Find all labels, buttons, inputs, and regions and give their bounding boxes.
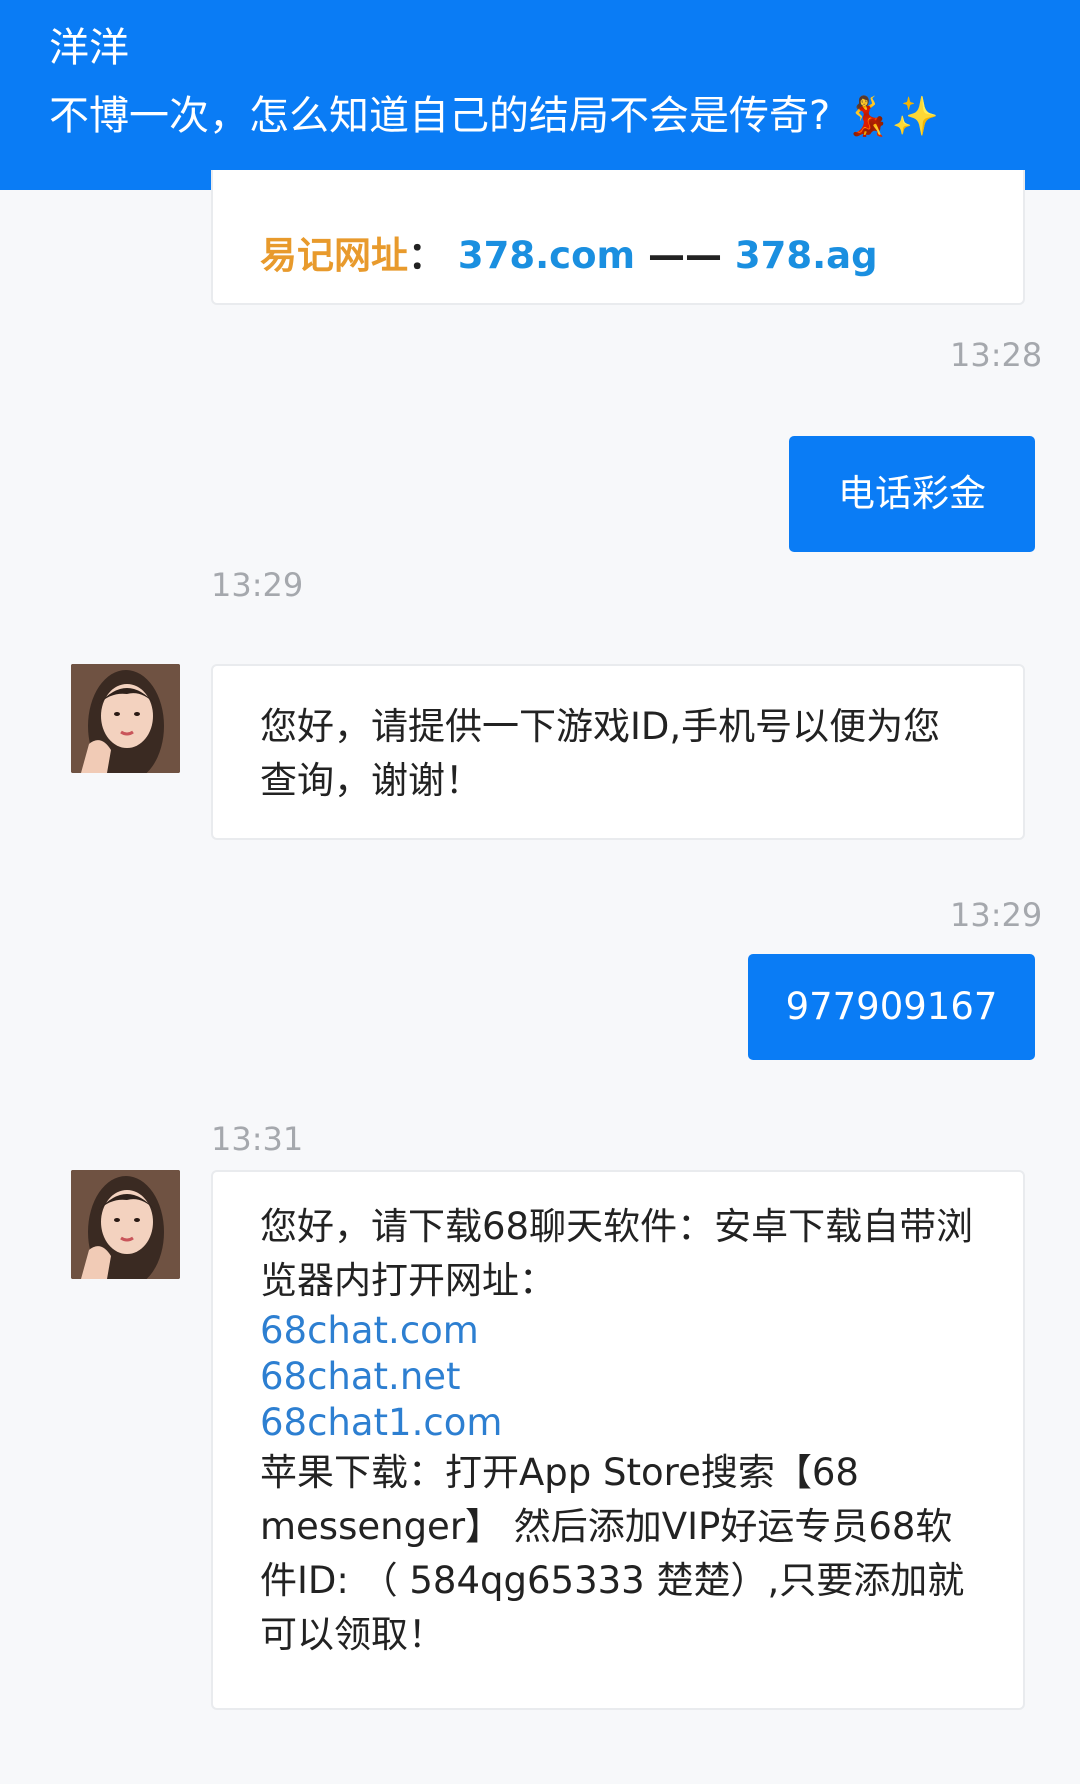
avatar-icon: [71, 664, 180, 773]
link-68chat-com[interactable]: 68chat.com: [260, 1308, 977, 1354]
url-link-2[interactable]: 378.ag: [735, 234, 878, 277]
message-time: 13:29: [211, 566, 304, 604]
agent-avatar[interactable]: [71, 1170, 180, 1279]
url-label: 易记网址: [260, 234, 408, 277]
link-68chat1-com[interactable]: 68chat1.com: [260, 1400, 977, 1446]
avatar-icon: [71, 1170, 180, 1279]
link-68chat-net[interactable]: 68chat.net: [260, 1354, 977, 1400]
message-list[interactable]: 易记网址： 378.com —— 378.ag 13:28 电话彩金 13:29…: [0, 170, 1080, 1784]
url-separator: ——: [647, 234, 722, 277]
chat-header: 洋洋 不博一次，怎么知道自己的结局不会是传奇? 💃✨: [0, 0, 1080, 190]
message-bubble-outgoing: 977909167: [748, 954, 1035, 1060]
dancer-sparkles-emoji-icon: 💃✨: [844, 94, 939, 138]
message-bubble-incoming: 您好，请提供一下游戏ID,手机号以便为您查询，谢谢！: [211, 664, 1025, 840]
message-time: 13:31: [211, 1120, 304, 1158]
message-bubble-incoming: 您好，请下载68聊天软件：安卓下载自带浏览器内打开网址： 68chat.com …: [211, 1170, 1025, 1710]
message-bubble-urls: 易记网址： 378.com —— 378.ag: [211, 170, 1025, 305]
url-line: 易记网址： 378.com —— 378.ag: [260, 234, 878, 277]
message-intro: 您好，请下载68聊天软件：安卓下载自带浏览器内打开网址：: [260, 1205, 974, 1302]
motto-text: 不博一次，怎么知道自己的结局不会是传奇?: [49, 93, 831, 139]
contact-name: 洋洋: [49, 25, 129, 71]
url-link-1[interactable]: 378.com: [458, 234, 635, 277]
agent-avatar[interactable]: [71, 664, 180, 773]
message-outro: 苹果下载：打开App Store搜索【68 messenger】 然后添加VIP…: [260, 1451, 965, 1656]
contact-motto: 不博一次，怎么知道自己的结局不会是传奇? 💃✨: [49, 86, 1080, 146]
message-time: 13:29: [950, 896, 1043, 934]
message-time: 13:28: [950, 336, 1043, 374]
message-bubble-outgoing: 电话彩金: [789, 436, 1035, 552]
